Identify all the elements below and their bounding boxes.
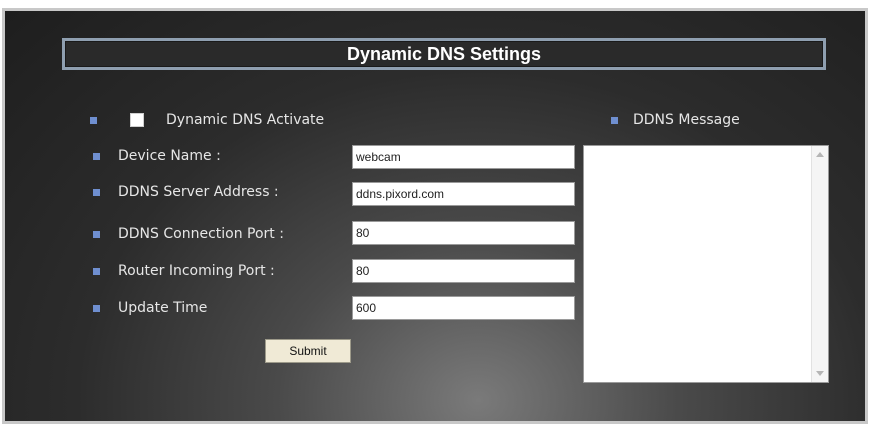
router-incoming-port-field[interactable] [352, 259, 575, 283]
bullet-icon [93, 305, 100, 312]
update-time-field[interactable] [352, 296, 575, 320]
ddns-activate-checkbox[interactable] [130, 113, 144, 127]
device-name-label: Device Name : [118, 148, 221, 164]
bullet-icon [93, 153, 100, 160]
update-time-label: Update Time [118, 300, 208, 316]
device-name-field[interactable] [352, 145, 575, 169]
submit-button[interactable]: Submit [265, 339, 351, 363]
scroll-up-icon[interactable] [816, 152, 824, 157]
ddns-connection-port-field[interactable] [352, 221, 575, 245]
ddns-server-address-label: DDNS Server Address : [118, 184, 279, 200]
bullet-icon [90, 117, 97, 124]
page-title: Dynamic DNS Settings [62, 38, 826, 70]
bullet-icon [93, 268, 100, 275]
ddns-activate-label: Dynamic DNS Activate [166, 112, 325, 128]
ddns-message-textarea[interactable] [583, 145, 829, 383]
ddns-message-label: DDNS Message [633, 112, 740, 128]
scroll-down-icon[interactable] [816, 371, 824, 376]
message-scrollbar[interactable] [811, 146, 828, 382]
bullet-icon [93, 231, 100, 238]
ddns-server-address-field[interactable] [352, 182, 575, 206]
router-incoming-port-label: Router Incoming Port : [118, 263, 275, 279]
ddns-connection-port-label: DDNS Connection Port : [118, 226, 284, 242]
bullet-icon [611, 117, 618, 124]
bullet-icon [93, 189, 100, 196]
